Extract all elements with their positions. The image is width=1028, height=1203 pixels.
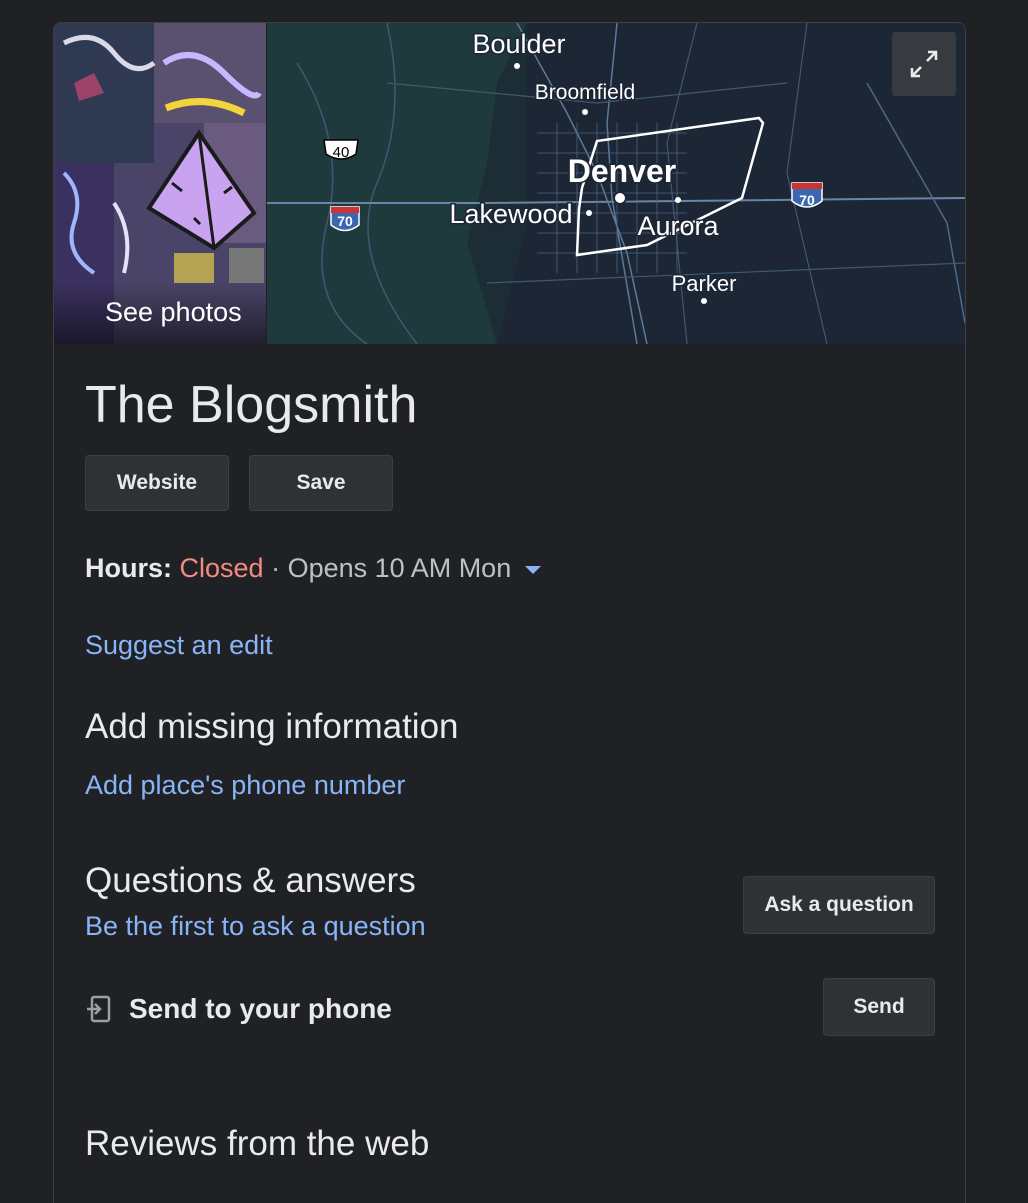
map-graphic: 40 70 70 Boulder Broomfield Denver Lakew… <box>267 23 965 344</box>
website-button[interactable]: Website <box>85 455 229 511</box>
place-title: The Blogsmith <box>85 376 418 434</box>
city-aurora: Aurora <box>637 211 719 241</box>
first-question-link[interactable]: Be the first to ask a question <box>85 911 426 942</box>
send-to-phone-label: Send to your phone <box>129 993 392 1024</box>
reviews-heading: Reviews from the web <box>85 1124 430 1163</box>
hours-status: Closed <box>179 553 264 583</box>
map-preview[interactable]: 40 70 70 Boulder Broomfield Denver Lakew… <box>267 23 965 344</box>
knowledge-panel: See photos 40 70 70 Boulder Broomfield D… <box>53 22 966 1203</box>
see-photos-link[interactable]: See photos <box>105 297 242 328</box>
hours-next-open: Opens 10 AM Mon <box>287 553 512 583</box>
hours-separator: · <box>271 553 281 583</box>
i70-west-label: 70 <box>337 213 353 229</box>
caret-down-icon[interactable] <box>524 565 541 574</box>
hours-label: Hours: <box>85 553 172 583</box>
ask-question-button[interactable]: Ask a question <box>743 876 935 934</box>
i70-east-label: 70 <box>799 192 815 208</box>
us40-label: 40 <box>333 144 350 161</box>
save-button[interactable]: Save <box>249 455 393 511</box>
photos-thumbnail[interactable]: See photos <box>54 23 266 344</box>
city-parker: Parker <box>672 271 737 296</box>
expand-map-button[interactable] <box>892 32 956 96</box>
suggest-edit-link[interactable]: Suggest an edit <box>85 630 273 661</box>
missing-info-heading: Add missing information <box>85 707 459 746</box>
city-broomfield: Broomfield <box>535 81 635 104</box>
add-phone-link[interactable]: Add place's phone number <box>85 770 405 801</box>
send-to-phone-row[interactable]: Send to your phone <box>85 993 392 1025</box>
city-denver: Denver <box>568 153 677 189</box>
qa-heading: Questions & answers <box>85 861 416 900</box>
city-lakewood: Lakewood <box>449 199 572 229</box>
hours-row[interactable]: Hours: Closed · Opens 10 AM Mon <box>85 553 541 584</box>
hero-header: See photos 40 70 70 Boulder Broomfield D… <box>54 23 965 344</box>
send-to-device-icon <box>87 995 111 1023</box>
expand-icon <box>910 50 938 78</box>
send-button[interactable]: Send <box>823 978 935 1036</box>
city-boulder: Boulder <box>472 29 565 59</box>
